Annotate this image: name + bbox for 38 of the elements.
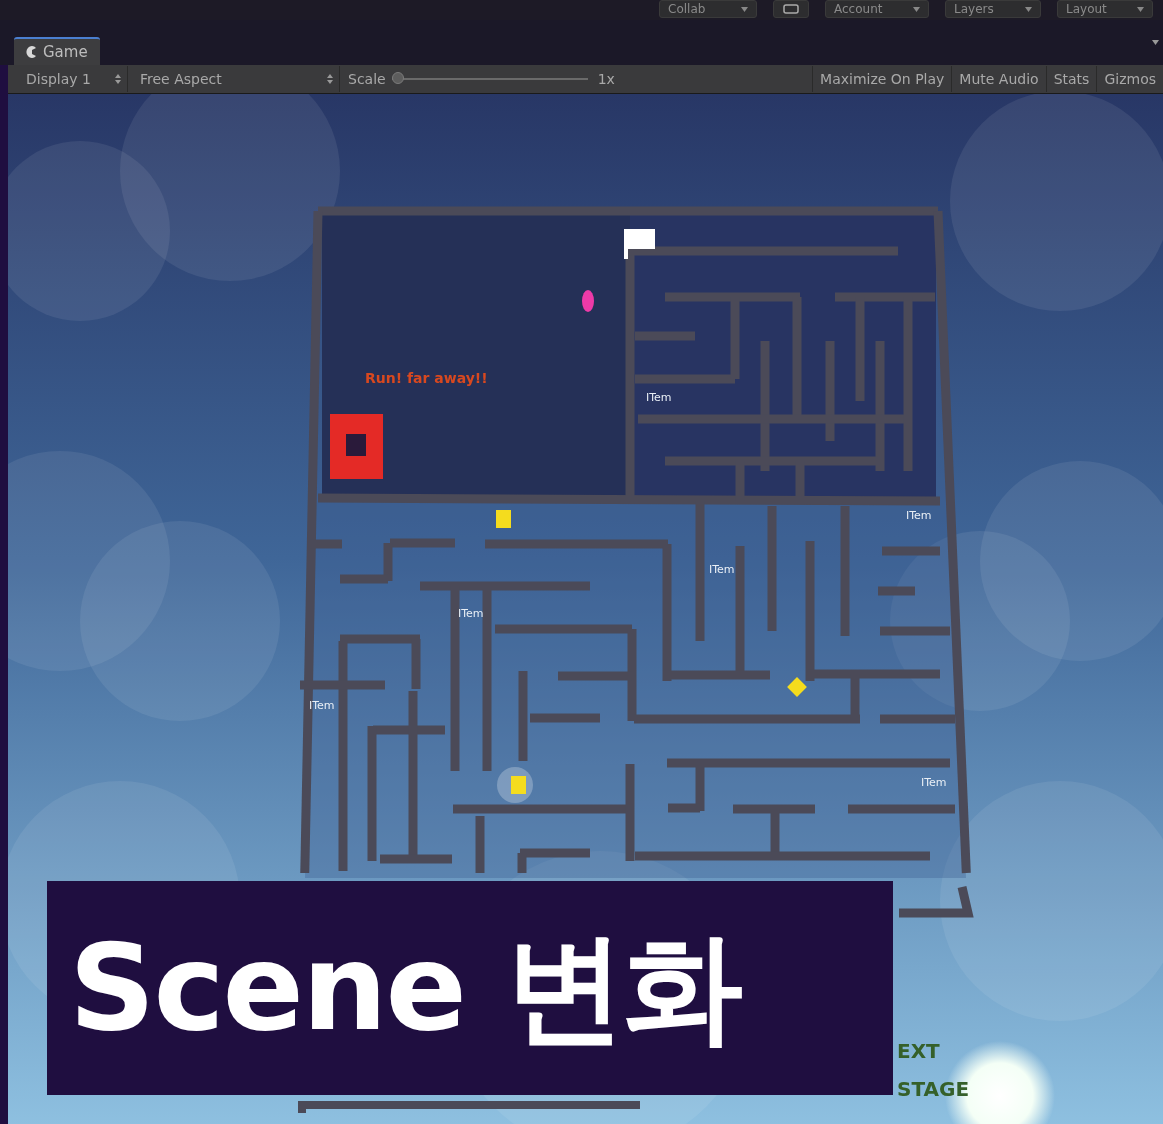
toggle-button[interactable]: Stats [1045,66,1097,92]
dropdown-button[interactable]: Account [825,0,929,18]
caret-icon [1025,6,1032,12]
hint-text: Run! far away!! [365,370,488,386]
dropdown-button[interactable]: Layout [1057,0,1153,18]
item-label: ITem [458,607,484,620]
game-tab[interactable]: Game [14,37,100,65]
caption-text: Scene 변화 [69,928,741,1048]
cube-drawing [330,414,383,479]
toggle-button[interactable]: Maximize On Play [812,66,952,92]
updown-arrow-icon [327,74,333,84]
item-label: ITem [646,391,672,404]
rectangle-icon [783,4,799,14]
flag-icon [624,229,655,259]
exit-label: EXT [897,1039,940,1063]
updown-arrow-icon [115,74,121,84]
scale-label: Scale [348,71,386,87]
item-label: ITem [709,563,735,576]
scale-slider-thumb[interactable] [391,72,404,84]
toggle-button[interactable]: Mute Audio [951,66,1046,92]
scale-value: 1x [597,71,615,87]
dropdown-button[interactable]: Collab [659,0,757,18]
item-label: ITem [906,509,932,522]
caret-icon [741,6,748,12]
dropdown-button[interactable]: Layers [945,0,1041,18]
item-label: ITem [309,699,335,712]
coin-icon [497,767,533,803]
item-label: ITem [921,776,947,789]
coin-icon [496,510,511,528]
icon-button[interactable] [773,0,809,18]
toggle-button[interactable]: Gizmos [1096,66,1163,92]
aspect-dropdown[interactable]: Free Aspect [128,66,340,92]
caret-icon[interactable] [1152,40,1159,45]
caret-icon [1137,6,1144,12]
display-dropdown[interactable]: Display 1 [8,66,128,92]
ball-icon [582,290,594,312]
pacman-icon [26,46,37,58]
caret-icon [913,6,920,12]
